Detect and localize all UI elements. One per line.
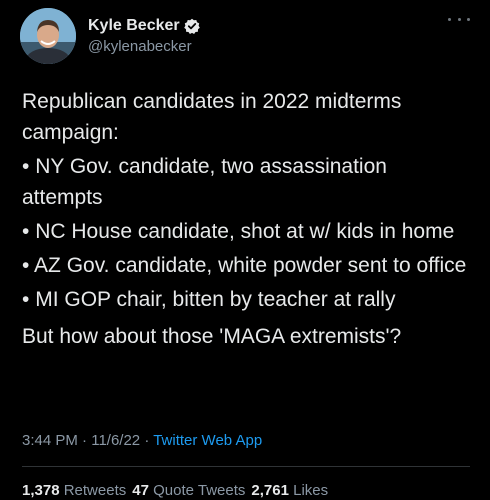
quote-tweets-count: 47 — [132, 482, 149, 499]
tweet-time[interactable]: 3:44 PM — [22, 432, 78, 449]
tweet-card: Kyle Becker @kylenabecker Republican can… — [0, 0, 490, 500]
more-options-icon[interactable] — [448, 12, 470, 26]
retweets-label: Retweets — [63, 482, 127, 499]
handle[interactable]: @kylenabecker — [88, 38, 200, 55]
display-name-row: Kyle Becker — [88, 16, 200, 36]
list-item: • AZ Gov. candidate, white powder sent t… — [22, 250, 472, 281]
bullet-text: MI GOP chair, bitten by teacher at rally — [35, 288, 396, 311]
meta-separator: · — [140, 432, 154, 449]
verified-badge-icon — [183, 18, 200, 34]
tweet-text: Republican candidates in 2022 midterms c… — [22, 86, 472, 352]
bullet-text: NC House candidate, shot at w/ kids in h… — [35, 220, 455, 243]
bullet-marker: • — [22, 155, 30, 178]
list-item: • NC House candidate, shot at w/ kids in… — [22, 216, 472, 247]
bullet-text: NY Gov. candidate, two assassination att… — [22, 155, 387, 209]
bullet-marker: • — [22, 220, 30, 243]
likes-label: Likes — [293, 482, 329, 499]
bullet-text: AZ Gov. candidate, white powder sent to … — [34, 254, 467, 277]
retweets-count: 1,378 — [22, 482, 60, 499]
retweets-stat[interactable]: 1,378 Retweets — [22, 482, 126, 499]
tweet-closing: But how about those 'MAGA extremists'? — [22, 325, 402, 348]
list-item: • MI GOP chair, bitten by teacher at ral… — [22, 284, 472, 315]
intro-line: Republican candidates in 2022 midterms — [22, 90, 402, 113]
list-item: • NY Gov. candidate, two assassination a… — [22, 151, 472, 213]
avatar-photo — [20, 8, 76, 64]
source-app-link[interactable]: Twitter Web App — [153, 432, 262, 449]
bullet-marker: • — [22, 254, 30, 277]
intro-line: campaign: — [22, 121, 119, 144]
bullet-marker: • — [22, 288, 30, 311]
tweet-date[interactable]: 11/6/22 — [91, 432, 140, 449]
divider — [22, 466, 470, 467]
tweet-stats: 1,378 Retweets 47 Quote Tweets 2,761 Lik… — [22, 482, 328, 499]
quote-tweets-label: Quote Tweets — [153, 482, 246, 499]
quote-tweets-stat[interactable]: 47 Quote Tweets — [132, 482, 245, 499]
display-name[interactable]: Kyle Becker — [88, 17, 180, 35]
tweet-intro: Republican candidates in 2022 midterms c… — [22, 86, 472, 148]
tweet-meta: 3:44 PM · 11/6/22 · Twitter Web App — [22, 432, 262, 449]
avatar[interactable] — [20, 8, 76, 64]
meta-separator: · — [77, 432, 92, 449]
author-names: Kyle Becker @kylenabecker — [88, 16, 200, 55]
likes-count: 2,761 — [251, 482, 289, 499]
likes-stat[interactable]: 2,761 Likes — [251, 482, 328, 499]
tweet-header: Kyle Becker @kylenabecker — [20, 8, 470, 64]
